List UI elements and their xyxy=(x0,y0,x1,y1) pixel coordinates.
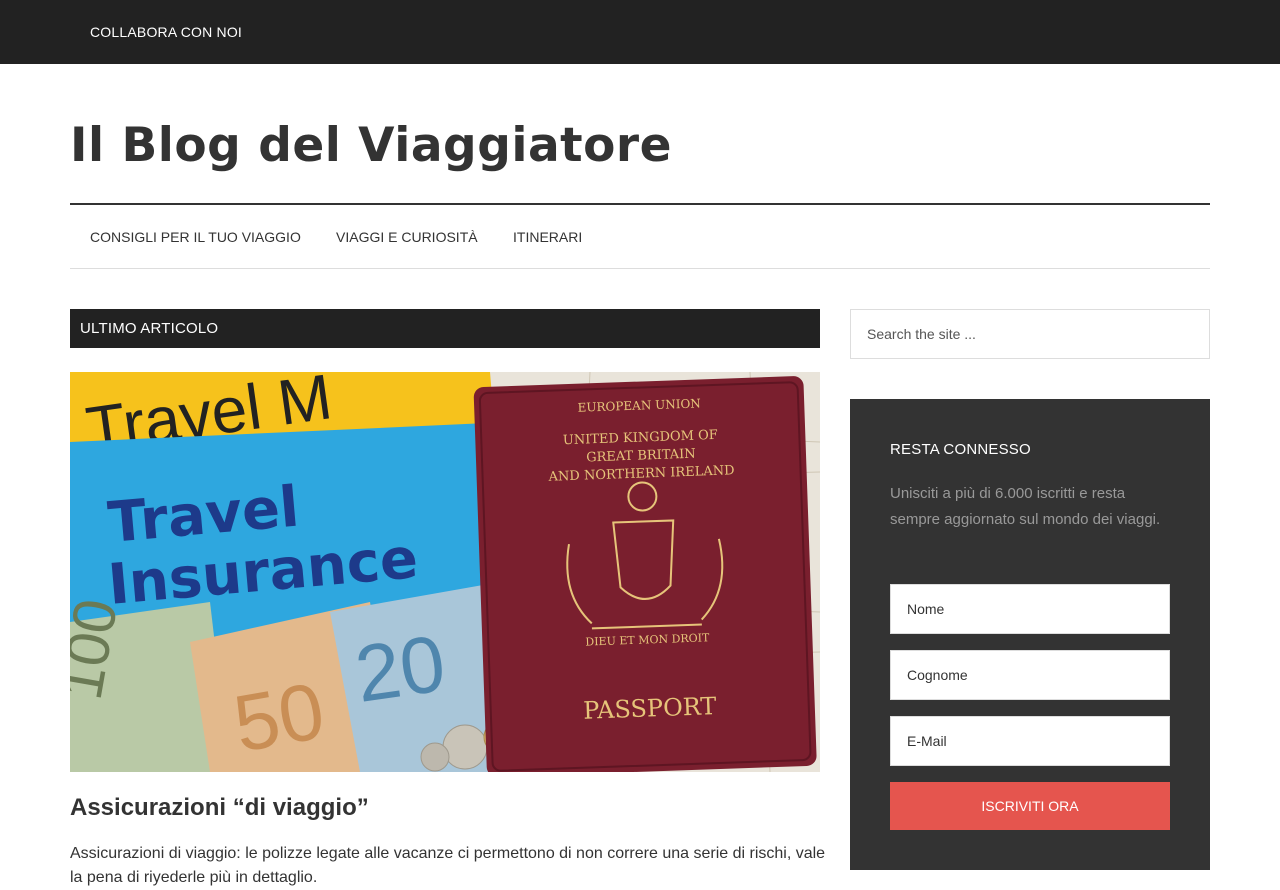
section-header: ULTIMO ARTICOLO xyxy=(70,309,820,348)
nav-item-consigli[interactable]: CONSIGLI PER IL TUO VIAGGIO xyxy=(90,229,301,245)
search-input[interactable] xyxy=(850,309,1210,359)
site-title[interactable]: Il Blog del Viaggiatore xyxy=(70,118,672,173)
top-bar: COLLABORA CON NOI xyxy=(0,0,1280,64)
post-excerpt: Assicurazioni di viaggio: le polizze leg… xyxy=(70,845,826,886)
note-50-text: 50 xyxy=(227,666,330,769)
section-title: ULTIMO ARTICOLO xyxy=(80,320,219,337)
newsletter-widget: RESTA CONNESSO Unisciti a più di 6.000 i… xyxy=(850,399,1210,870)
top-nav-collabora-link[interactable]: COLLABORA CON NOI xyxy=(90,24,242,40)
travel-insurance-illustration: Travel M Travel Insurance 100 50 20 EURO… xyxy=(70,372,820,772)
nav-item-itinerari[interactable]: ITINERARI xyxy=(513,229,582,245)
featured-image[interactable]: Travel M Travel Insurance 100 50 20 EURO… xyxy=(70,372,820,772)
nav-item-viaggi-curiosita[interactable]: VIAGGI E CURIOSITÀ xyxy=(336,229,478,245)
passport-label-text: PASSPORT xyxy=(583,692,717,725)
subscribe-button[interactable]: ISCRIVITI ORA xyxy=(890,782,1170,830)
post-title[interactable]: Assicurazioni “di viaggio” xyxy=(70,794,369,822)
newsletter-title: RESTA CONNESSO xyxy=(890,441,1031,458)
primary-nav: CONSIGLI PER IL TUO VIAGGIO VIAGGI E CUR… xyxy=(70,203,1210,269)
first-name-field[interactable] xyxy=(890,584,1170,634)
last-name-field[interactable] xyxy=(890,650,1170,700)
email-field[interactable] xyxy=(890,716,1170,766)
note-20-text: 20 xyxy=(350,618,451,719)
newsletter-text: Unisciti a più di 6.000 iscritti e resta… xyxy=(890,485,1161,528)
